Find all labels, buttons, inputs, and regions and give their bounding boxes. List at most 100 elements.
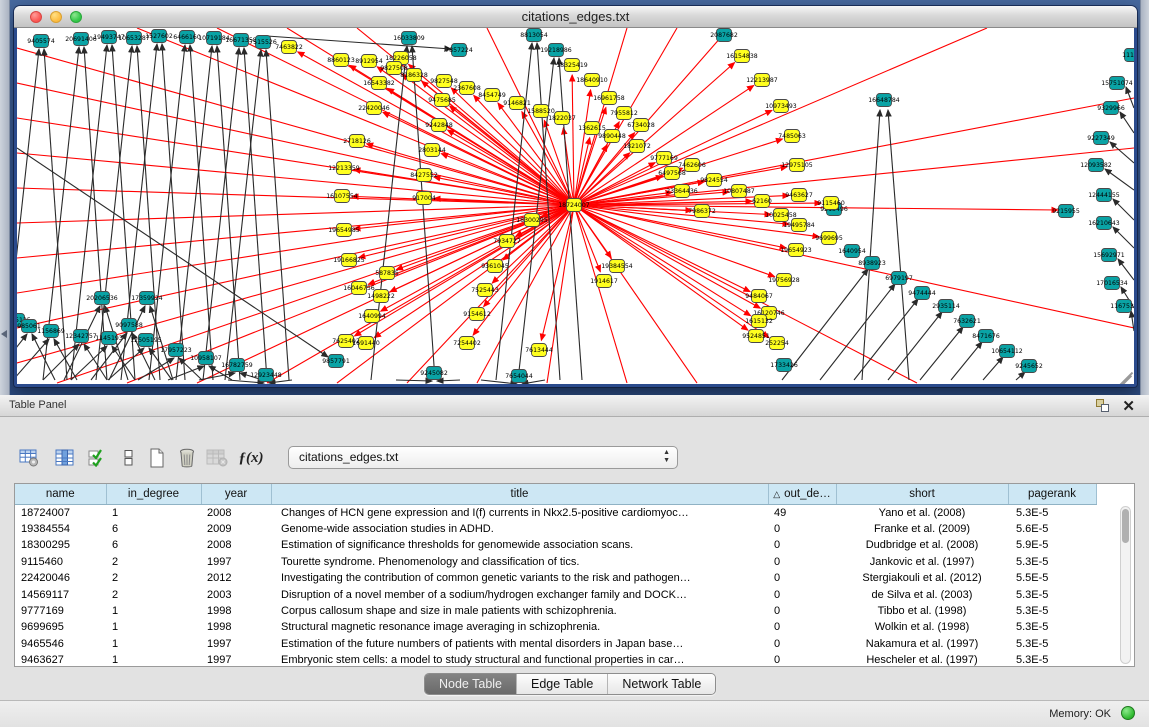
node-attribute-table[interactable]: namein_degreeyeartitle△out_de…shortpager… <box>14 483 1135 667</box>
table-cell[interactable]: 1 <box>106 504 201 521</box>
tab-edge-table[interactable]: Edge Table <box>517 674 608 694</box>
table-cell[interactable]: Genome-wide association studies in ADHD. <box>271 521 768 537</box>
table-cell[interactable]: 14569117 <box>15 587 106 603</box>
table-cell[interactable]: 5.5E-5 <box>1008 570 1096 586</box>
table-cell[interactable]: 5.9E-5 <box>1008 537 1096 553</box>
table-cell[interactable]: 5.6E-5 <box>1008 521 1096 537</box>
column-header-in_degree[interactable]: in_degree <box>106 484 201 504</box>
window-title-bar[interactable]: citations_edges.txt <box>14 6 1137 28</box>
column-header-name[interactable]: name <box>15 484 106 504</box>
close-icon[interactable]: ✕ <box>1122 397 1135 415</box>
tab-network-table[interactable]: Network Table <box>608 674 715 694</box>
table-cell[interactable]: 49 <box>768 504 836 521</box>
table-cell[interactable]: Tibbo et al. (1998) <box>836 603 1008 619</box>
table-row[interactable]: 946362711997Embryonic stem cells: a mode… <box>15 652 1119 668</box>
table-cell[interactable]: de Silva et al. (2003) <box>836 587 1008 603</box>
resize-grip[interactable] <box>1118 368 1132 382</box>
table-row[interactable]: 969969511998Structural magnetic resonanc… <box>15 619 1119 635</box>
table-cell[interactable]: 5.3E-5 <box>1008 504 1096 521</box>
table-row[interactable]: 2242004622012Investigating the contribut… <box>15 570 1119 586</box>
table-cell[interactable]: Jankovic et al. (1997) <box>836 554 1008 570</box>
table-cell[interactable]: 1997 <box>201 652 271 668</box>
table-cell[interactable]: 9463627 <box>15 652 106 668</box>
new-document-icon[interactable] <box>144 445 170 471</box>
table-cell[interactable]: 0 <box>768 652 836 668</box>
scrollbar-thumb[interactable] <box>1122 509 1129 543</box>
float-window-icon[interactable] <box>1096 399 1109 412</box>
table-cell[interactable]: 5.3E-5 <box>1008 619 1096 635</box>
table-cell[interactable]: 6 <box>106 537 201 553</box>
table-cell[interactable]: 2012 <box>201 570 271 586</box>
table-cell[interactable]: Changes of HCN gene expression and I(f) … <box>271 504 768 521</box>
select-attributes-icon[interactable] <box>84 445 110 471</box>
column-header-pagerank[interactable]: pagerank <box>1008 484 1096 504</box>
table-cell[interactable]: 0 <box>768 587 836 603</box>
table-cell[interactable]: 0 <box>768 570 836 586</box>
table-row[interactable]: 1938455462009Genome-wide association stu… <box>15 521 1119 537</box>
table-cell[interactable]: Dudbridge et al. (2008) <box>836 537 1008 553</box>
network-canvas[interactable]: 9405574206914061949374710653287152760264… <box>17 28 1134 384</box>
table-cell[interactable]: 5.3E-5 <box>1008 636 1096 652</box>
table-row[interactable]: 946554611997Estimation of the future num… <box>15 636 1119 652</box>
close-window-icon[interactable] <box>30 11 42 23</box>
table-cell[interactable]: 9465546 <box>15 636 106 652</box>
table-cell[interactable]: 0 <box>768 619 836 635</box>
table-cell[interactable]: 5.3E-5 <box>1008 603 1096 619</box>
table-cell[interactable]: 2 <box>106 554 201 570</box>
table-cell[interactable]: 5.3E-5 <box>1008 554 1096 570</box>
table-cell[interactable]: 1 <box>106 603 201 619</box>
column-header-year[interactable]: year <box>201 484 271 504</box>
left-splitter[interactable] <box>0 0 10 395</box>
memory-ok-indicator[interactable] <box>1121 706 1135 720</box>
minimize-window-icon[interactable] <box>50 11 62 23</box>
table-row[interactable]: 977716911998Corpus callosum shape and si… <box>15 603 1119 619</box>
table-row[interactable]: 911546021997Tourette syndrome. Phenomeno… <box>15 554 1119 570</box>
zoom-window-icon[interactable] <box>70 11 82 23</box>
collapse-panel-arrow-icon[interactable] <box>1 330 7 338</box>
horizontal-splitter[interactable] <box>0 387 1149 395</box>
column-header-out_de[interactable]: △out_de… <box>768 484 836 504</box>
show-column-icon[interactable] <box>52 445 78 471</box>
table-cell[interactable]: 0 <box>768 636 836 652</box>
table-cell[interactable]: Corpus callosum shape and size in male p… <box>271 603 768 619</box>
table-cell[interactable]: 1998 <box>201 619 271 635</box>
table-cell[interactable]: 1998 <box>201 603 271 619</box>
delete-icon[interactable] <box>174 445 200 471</box>
table-cell[interactable]: Stergiakouli et al. (2012) <box>836 570 1008 586</box>
table-header-row[interactable]: namein_degreeyeartitle△out_de…shortpager… <box>15 484 1119 504</box>
table-cell[interactable]: 9115460 <box>15 554 106 570</box>
table-cell[interactable]: Embryonic stem cells: a model to study s… <box>271 652 768 668</box>
table-cell[interactable]: 2 <box>106 587 201 603</box>
table-cell[interactable]: 18300295 <box>15 537 106 553</box>
vertical-scrollbar[interactable] <box>1120 506 1131 664</box>
rows-icon[interactable] <box>116 445 142 471</box>
table-row[interactable]: 1830029562008Estimation of significance … <box>15 537 1119 553</box>
table-row[interactable]: 1456911722003Disruption of a novel membe… <box>15 587 1119 603</box>
table-cell[interactable]: 2008 <box>201 504 271 521</box>
table-selector-dropdown[interactable]: citations_edges.txt ▲▼ <box>288 446 678 469</box>
table-cell[interactable]: 0 <box>768 554 836 570</box>
table-cell[interactable]: 1997 <box>201 636 271 652</box>
column-header-title[interactable]: title <box>271 484 768 504</box>
table-cell[interactable]: 2009 <box>201 521 271 537</box>
right-splitter[interactable] <box>1140 0 1149 395</box>
network-view-window[interactable]: citations_edges.txt 94055742069140619493… <box>14 6 1137 387</box>
table-cell[interactable]: 1997 <box>201 554 271 570</box>
table-cell[interactable]: Hescheler et al. (1997) <box>836 652 1008 668</box>
table-cell[interactable]: 0 <box>768 603 836 619</box>
table-cell[interactable]: Investigating the contribution of common… <box>271 570 768 586</box>
table-cell[interactable]: Disruption of a novel member of a sodium… <box>271 587 768 603</box>
table-cell[interactable]: Wolkin et al. (1998) <box>836 619 1008 635</box>
table-cell[interactable]: 1 <box>106 652 201 668</box>
citation-network-graph[interactable]: 9405574206914061949374710653287152760264… <box>17 28 1134 384</box>
table-cell[interactable]: Structural magnetic resonance image aver… <box>271 619 768 635</box>
table-settings-icon[interactable] <box>16 445 42 471</box>
table-cell[interactable]: 19384554 <box>15 521 106 537</box>
column-header-short[interactable]: short <box>836 484 1008 504</box>
tab-node-table[interactable]: Node Table <box>425 674 517 694</box>
table-row[interactable]: 1872400712008Changes of HCN gene express… <box>15 504 1119 521</box>
table-cell[interactable]: 2 <box>106 570 201 586</box>
table-cell[interactable]: 9699695 <box>15 619 106 635</box>
table-cell[interactable]: 0 <box>768 521 836 537</box>
table-cell[interactable]: 1 <box>106 636 201 652</box>
